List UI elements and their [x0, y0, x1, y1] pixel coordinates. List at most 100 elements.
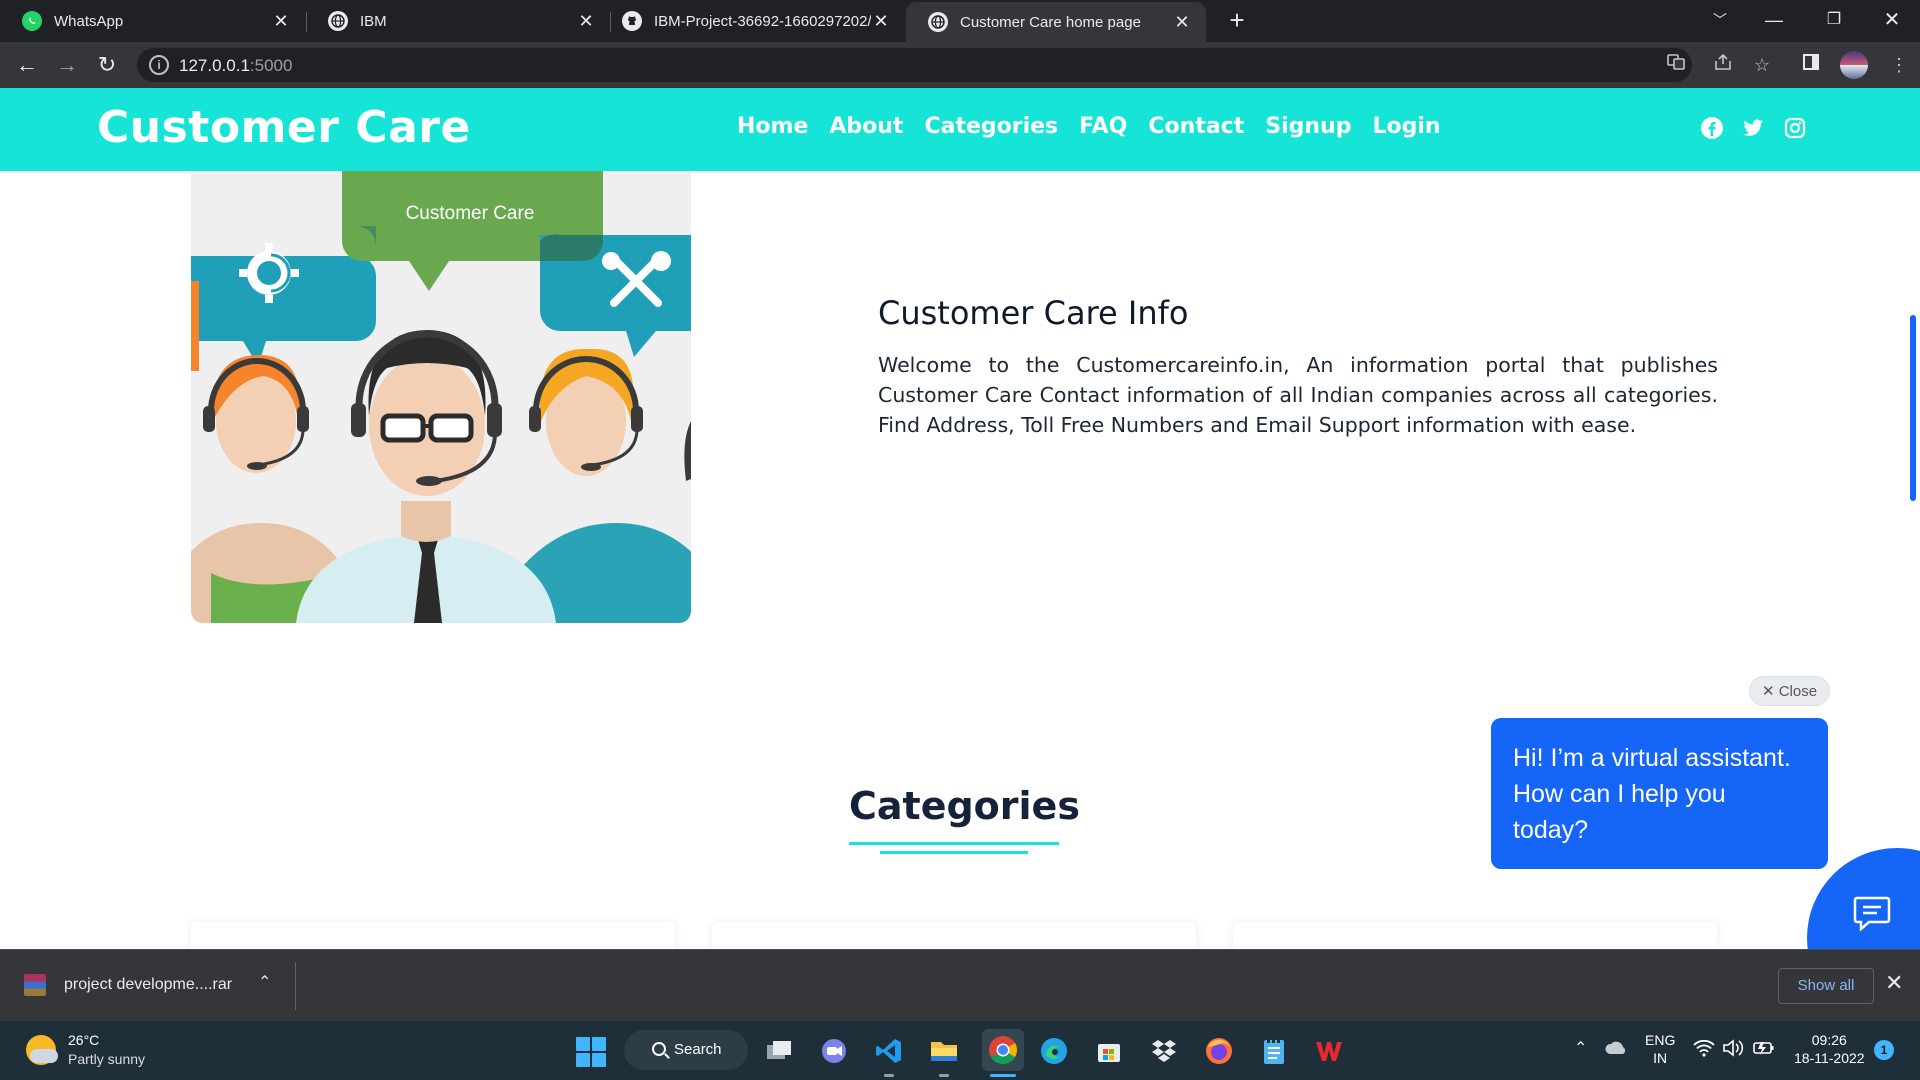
app-active-indicator [990, 1074, 1016, 1077]
dropbox-icon[interactable] [1147, 1034, 1181, 1068]
close-tab-icon[interactable]: ✕ [576, 11, 596, 32]
globe-icon [328, 11, 348, 31]
edge-icon[interactable] [1037, 1034, 1071, 1068]
chrome-menu-icon[interactable]: ⋮ [1886, 52, 1912, 78]
windows-start-icon[interactable] [576, 1037, 606, 1067]
globe-icon [928, 12, 948, 32]
download-filename: project developme....rar [64, 976, 233, 993]
tab-title: WhatsApp [54, 12, 124, 30]
chrome-icon[interactable] [982, 1029, 1024, 1071]
chat-close-button[interactable]: ✕ Close [1749, 676, 1830, 706]
tab-customer-care[interactable]: Customer Care home page ✕ [906, 2, 1206, 42]
address-bar[interactable]: i 127.0.0.1:5000 [137, 48, 1692, 82]
close-tab-icon[interactable]: ✕ [271, 11, 291, 32]
main-menu: Home About Categories FAQ Contact Signup… [737, 114, 1441, 139]
vscode-icon[interactable] [872, 1034, 906, 1068]
microsoft-store-icon[interactable] [1092, 1034, 1126, 1068]
site-info-icon[interactable]: i [149, 55, 169, 75]
nav-home[interactable]: Home [737, 114, 808, 139]
weather-widget[interactable]: 26°C Partly sunny [26, 1031, 145, 1069]
reload-button[interactable]: ↻ [92, 50, 122, 80]
browser-tabstrip: WhatsApp ✕ IBM ✕ IBM-Project-36692-16602… [0, 0, 1920, 42]
wifi-icon[interactable] [1693, 1039, 1715, 1060]
wps-office-icon[interactable] [1312, 1034, 1346, 1068]
page-scrollbar-thumb[interactable] [1910, 315, 1916, 501]
clock-time: 09:26 [1811, 1032, 1847, 1048]
profile-avatar[interactable] [1840, 51, 1868, 79]
instagram-icon[interactable] [1783, 116, 1809, 142]
onedrive-icon[interactable] [1604, 1039, 1628, 1060]
clock[interactable]: 09:26 18-11-2022 [1794, 1031, 1865, 1067]
notification-badge[interactable]: 1 [1874, 1040, 1894, 1060]
chat-icon[interactable] [1853, 895, 1891, 932]
search-icon [652, 1042, 666, 1056]
windows-taskbar: 26°C Partly sunny Search ⌃ ENG IN 09:26 … [0, 1021, 1920, 1080]
info-title: Customer Care Info [878, 294, 1189, 332]
category-card[interactable] [712, 922, 1196, 952]
close-tab-icon[interactable]: ✕ [1172, 12, 1192, 33]
forward-button[interactable]: → [52, 50, 82, 80]
weather-desc: Partly sunny [68, 1051, 146, 1067]
close-window-button[interactable]: ✕ [1864, 0, 1920, 42]
site-brand[interactable]: Customer Care [97, 102, 471, 153]
share-icon[interactable] [1710, 52, 1736, 78]
language-indicator[interactable]: ENG IN [1645, 1031, 1675, 1067]
download-item[interactable]: project developme....rar [24, 974, 232, 996]
chat-greeting-bubble[interactable]: Hi! I’m a virtual assistant. How can I h… [1491, 718, 1828, 869]
title-underline [880, 851, 1028, 854]
app-running-indicator [884, 1074, 894, 1077]
site-navbar: Customer Care Home About Categories FAQ … [0, 88, 1920, 171]
nav-contact[interactable]: Contact [1148, 114, 1244, 139]
tab-ibm[interactable]: IBM ✕ [306, 0, 610, 42]
side-panel-icon[interactable] [1798, 52, 1824, 78]
whatsapp-icon [22, 11, 42, 31]
nav-signup[interactable]: Signup [1265, 114, 1351, 139]
nav-faq[interactable]: FAQ [1079, 114, 1127, 139]
clock-date: 18-11-2022 [1794, 1050, 1865, 1066]
browser-toolbar: ← → ↻ i 127.0.0.1:5000 ☆ ⋮ [0, 42, 1920, 88]
github-icon [622, 11, 642, 31]
minimize-button[interactable]: — [1746, 0, 1802, 42]
close-shelf-icon[interactable]: ✕ [1885, 970, 1903, 996]
volume-icon[interactable] [1722, 1039, 1744, 1060]
tab-title: IBM-Project-36692-1660297202/ [654, 12, 871, 30]
weather-temp: 26°C [68, 1032, 100, 1048]
tab-search-chevron-icon[interactable]: ﹀ [1692, 0, 1748, 42]
twitter-icon[interactable] [1741, 116, 1767, 142]
back-button[interactable]: ← [12, 50, 42, 80]
category-card[interactable] [191, 922, 675, 952]
task-view-icon[interactable] [762, 1034, 796, 1068]
bookmark-star-icon[interactable]: ☆ [1749, 52, 1775, 78]
translate-icon[interactable] [1663, 52, 1689, 78]
illustration-bubble-text: Customer Care [406, 203, 535, 224]
partly-sunny-icon [26, 1035, 58, 1065]
new-tab-button[interactable]: + [1222, 6, 1252, 36]
show-all-downloads-button[interactable]: Show all [1778, 968, 1874, 1004]
file-explorer-icon[interactable] [927, 1034, 961, 1068]
teams-chat-icon[interactable] [817, 1034, 851, 1068]
tab-whatsapp[interactable]: WhatsApp ✕ [0, 0, 305, 42]
tab-github[interactable]: IBM-Project-36692-1660297202/ ✕ [600, 0, 905, 42]
nav-categories[interactable]: Categories [924, 114, 1058, 139]
divider [295, 962, 296, 1010]
tab-title: Customer Care home page [960, 13, 1141, 31]
close-tab-icon[interactable]: ✕ [871, 11, 891, 32]
chevron-up-icon[interactable]: ⌃ [1574, 1038, 1587, 1058]
category-card[interactable] [1233, 922, 1717, 952]
nav-login[interactable]: Login [1372, 114, 1440, 139]
nav-about[interactable]: About [829, 114, 903, 139]
download-shelf: project developme....rar ⌃ Show all ✕ [0, 949, 1920, 1021]
taskbar-search[interactable]: Search [624, 1030, 748, 1070]
notepad-icon[interactable] [1257, 1034, 1291, 1068]
restore-button[interactable]: ❐ [1806, 0, 1862, 42]
firefox-icon[interactable] [1202, 1034, 1236, 1068]
url-text: 127.0.0.1:5000 [179, 56, 293, 75]
tab-title: IBM [360, 12, 387, 30]
app-running-indicator [939, 1074, 949, 1077]
facebook-icon[interactable] [1700, 116, 1726, 142]
categories-title: Categories [849, 784, 1080, 828]
customer-care-illustration: Customer Care [191, 171, 691, 623]
battery-icon[interactable] [1752, 1038, 1776, 1061]
chevron-up-icon[interactable]: ⌃ [258, 972, 271, 992]
info-text: Welcome to the Customercareinfo.in, An i… [878, 353, 1718, 437]
